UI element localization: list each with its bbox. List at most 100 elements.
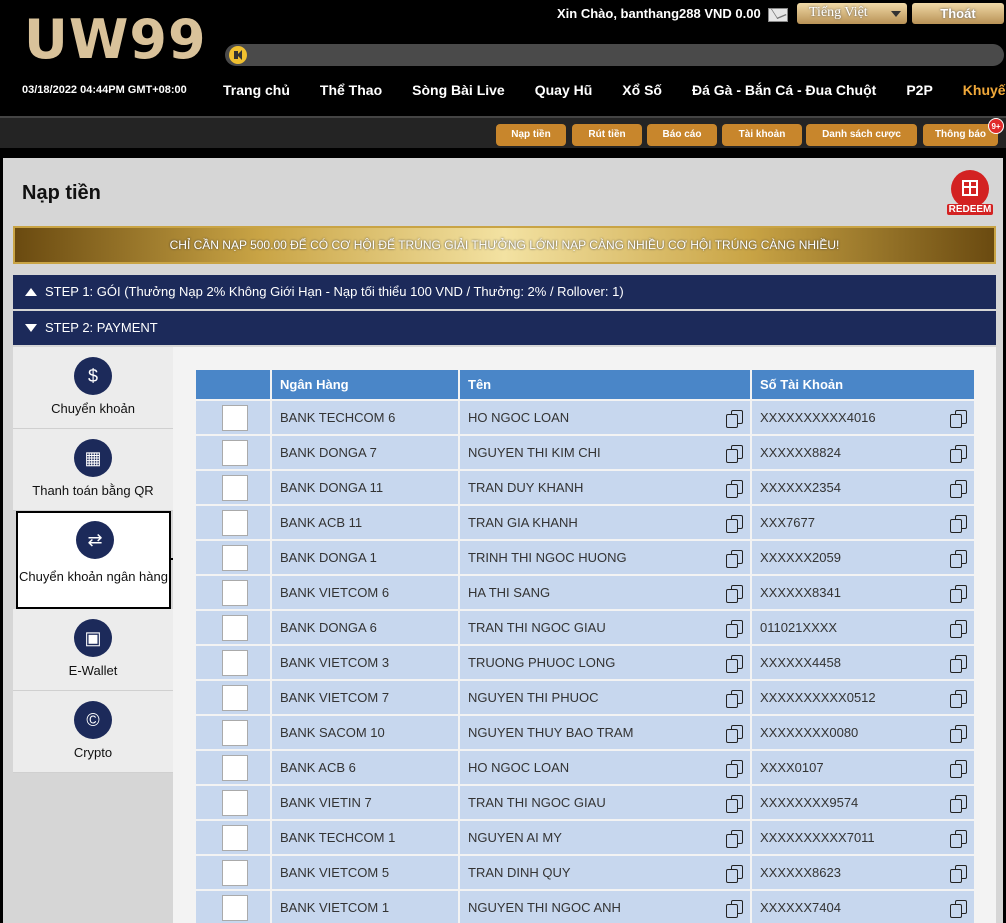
name-cell: NGUYEN THI KIM CHI bbox=[460, 436, 750, 469]
copy-icon[interactable] bbox=[950, 410, 967, 428]
table-row[interactable]: BANK VIETCOM 5 TRAN DINH QUY XXXXXX8623 bbox=[196, 856, 974, 889]
select-checkbox[interactable] bbox=[222, 790, 248, 816]
nav-promotions[interactable]: Khuyến mại bbox=[963, 82, 1006, 98]
nav-cockfight-fishing-racing[interactable]: Đá Gà - Bắn Cá - Đua Chuột bbox=[692, 82, 876, 98]
copy-icon[interactable] bbox=[950, 585, 967, 603]
copy-icon[interactable] bbox=[726, 760, 743, 778]
table-row[interactable]: BANK DONGA 6 TRAN THI NGOC GIAU 011021XXXX bbox=[196, 611, 974, 644]
select-checkbox[interactable] bbox=[222, 440, 248, 466]
nav-home[interactable]: Trang chủ bbox=[223, 82, 290, 98]
announcement-marquee bbox=[225, 44, 1004, 66]
method-e-wallet[interactable]: ▣ E-Wallet bbox=[13, 609, 173, 691]
select-cell bbox=[196, 786, 270, 819]
copy-icon[interactable] bbox=[950, 760, 967, 778]
language-select[interactable]: Tiếng Việt bbox=[797, 3, 907, 24]
table-row[interactable]: BANK VIETCOM 6 HA THI SANG XXXXXX8341 bbox=[196, 576, 974, 609]
account-cell: XXXXXX8341 bbox=[752, 576, 974, 609]
copy-icon[interactable] bbox=[950, 795, 967, 813]
select-checkbox[interactable] bbox=[222, 720, 248, 746]
account-holder: TRAN DINH QUY bbox=[468, 865, 571, 880]
step1-header[interactable]: STEP 1: GÓI (Thưởng Nạp 2% Không Giới Hạ… bbox=[13, 275, 996, 309]
bet-list-button[interactable]: Danh sách cược bbox=[806, 124, 917, 146]
copy-icon[interactable] bbox=[950, 515, 967, 533]
bank-cell: BANK DONGA 11 bbox=[272, 471, 458, 504]
method-qr-payment[interactable]: ▦ Thanh toán bằng QR bbox=[13, 429, 173, 511]
copy-icon[interactable] bbox=[950, 445, 967, 463]
table-row[interactable]: BANK VIETCOM 7 NGUYEN THI PHUOC XXXXXXXXXX… bbox=[196, 681, 974, 714]
account-holder: TRINH THI NGOC HUONG bbox=[468, 550, 627, 565]
copy-icon[interactable] bbox=[726, 585, 743, 603]
method-bank-transfer[interactable]: $ Chuyển khoản bbox=[13, 347, 173, 429]
nav-sports[interactable]: Thể Thao bbox=[320, 82, 382, 98]
nav-live-casino[interactable]: Sòng Bài Live bbox=[412, 82, 505, 98]
table-row[interactable]: BANK ACB 6 HO NGOC LOAN XXXX0107 bbox=[196, 751, 974, 784]
table-row[interactable]: BANK DONGA 11 TRAN DUY KHANH XXXXXX2354 bbox=[196, 471, 974, 504]
account-number: 011021XXXX bbox=[760, 620, 838, 635]
account-button[interactable]: Tài khoản bbox=[722, 124, 802, 146]
copy-icon[interactable] bbox=[726, 900, 743, 918]
select-checkbox[interactable] bbox=[222, 580, 248, 606]
table-row[interactable]: BANK TECHCOM 1 NGUYEN AI MY XXXXXXXXXX7011 bbox=[196, 821, 974, 854]
notifications-button[interactable]: Thông báo 9+ bbox=[923, 118, 1004, 146]
redeem-button[interactable]: REDEEM bbox=[947, 170, 993, 220]
deposit-button[interactable]: Nạp tiền bbox=[496, 124, 566, 146]
copy-icon[interactable] bbox=[950, 900, 967, 918]
select-checkbox[interactable] bbox=[222, 860, 248, 886]
copy-icon[interactable] bbox=[726, 655, 743, 673]
method-bank-account-transfer[interactable]: ⇄ Chuyển khoản ngân hàng bbox=[16, 511, 171, 609]
copy-icon[interactable] bbox=[726, 830, 743, 848]
mail-icon[interactable] bbox=[768, 8, 788, 22]
table-row[interactable]: BANK DONGA 7 NGUYEN THI KIM CHI XXXXXX8824 bbox=[196, 436, 974, 469]
select-checkbox[interactable] bbox=[222, 405, 248, 431]
copy-icon[interactable] bbox=[726, 515, 743, 533]
logout-button[interactable]: Thoát bbox=[912, 3, 1004, 24]
copy-icon[interactable] bbox=[726, 445, 743, 463]
copy-icon[interactable] bbox=[950, 480, 967, 498]
report-button[interactable]: Báo cáo bbox=[647, 124, 717, 146]
table-row[interactable]: BANK SACOM 10 NGUYEN THUY BAO TRAM XXXXXXX… bbox=[196, 716, 974, 749]
account-cell: XXXXXX7404 bbox=[752, 891, 974, 923]
copy-icon[interactable] bbox=[726, 550, 743, 568]
select-checkbox[interactable] bbox=[222, 615, 248, 641]
select-checkbox[interactable] bbox=[222, 895, 248, 921]
copy-icon[interactable] bbox=[726, 725, 743, 743]
copy-icon[interactable] bbox=[726, 865, 743, 883]
table-row[interactable]: BANK VIETIN 7 TRAN THI NGOC GIAU XXXXXXXX9… bbox=[196, 786, 974, 819]
select-checkbox[interactable] bbox=[222, 475, 248, 501]
select-checkbox[interactable] bbox=[222, 545, 248, 571]
copy-icon[interactable] bbox=[950, 865, 967, 883]
table-row[interactable]: BANK VIETCOM 1 NGUYEN THI NGOC ANH XXXXXX7… bbox=[196, 891, 974, 923]
bank-cell: BANK TECHCOM 1 bbox=[272, 821, 458, 854]
copy-icon[interactable] bbox=[726, 410, 743, 428]
withdraw-button[interactable]: Rút tiền bbox=[572, 124, 642, 146]
account-cell: 011021XXXX bbox=[752, 611, 974, 644]
copy-icon[interactable] bbox=[950, 725, 967, 743]
copy-icon[interactable] bbox=[726, 795, 743, 813]
select-checkbox[interactable] bbox=[222, 755, 248, 781]
select-checkbox[interactable] bbox=[222, 510, 248, 536]
copy-icon[interactable] bbox=[950, 655, 967, 673]
name-cell: TRAN THI NGOC GIAU bbox=[460, 786, 750, 819]
copy-icon[interactable] bbox=[950, 550, 967, 568]
copy-icon[interactable] bbox=[726, 690, 743, 708]
table-row[interactable]: BANK VIETCOM 3 TRUONG PHUOC LONG XXXXXX445… bbox=[196, 646, 974, 679]
table-row[interactable]: BANK ACB 11 TRAN GIA KHANH XXX7677 bbox=[196, 506, 974, 539]
copy-icon[interactable] bbox=[950, 620, 967, 638]
notifications-label: Thông báo bbox=[934, 129, 987, 140]
nav-slots[interactable]: Quay Hũ bbox=[535, 82, 593, 98]
select-checkbox[interactable] bbox=[222, 650, 248, 676]
copy-icon[interactable] bbox=[726, 620, 743, 638]
copy-icon[interactable] bbox=[726, 480, 743, 498]
copy-icon[interactable] bbox=[950, 830, 967, 848]
select-checkbox[interactable] bbox=[222, 825, 248, 851]
site-logo[interactable]: UW99 bbox=[24, 8, 207, 71]
nav-p2p[interactable]: P2P bbox=[906, 82, 932, 98]
table-row[interactable]: BANK TECHCOM 6 HO NGOC LOAN XXXXXXXXXX4016 bbox=[196, 401, 974, 434]
copy-icon[interactable] bbox=[950, 690, 967, 708]
method-crypto[interactable]: © Crypto bbox=[13, 691, 173, 773]
name-cell: TRAN DINH QUY bbox=[460, 856, 750, 889]
step2-header[interactable]: STEP 2: PAYMENT bbox=[13, 311, 996, 345]
nav-lottery[interactable]: Xổ Số bbox=[622, 82, 662, 98]
select-checkbox[interactable] bbox=[222, 685, 248, 711]
table-row[interactable]: BANK DONGA 1 TRINH THI NGOC HUONG XXXXXX20… bbox=[196, 541, 974, 574]
